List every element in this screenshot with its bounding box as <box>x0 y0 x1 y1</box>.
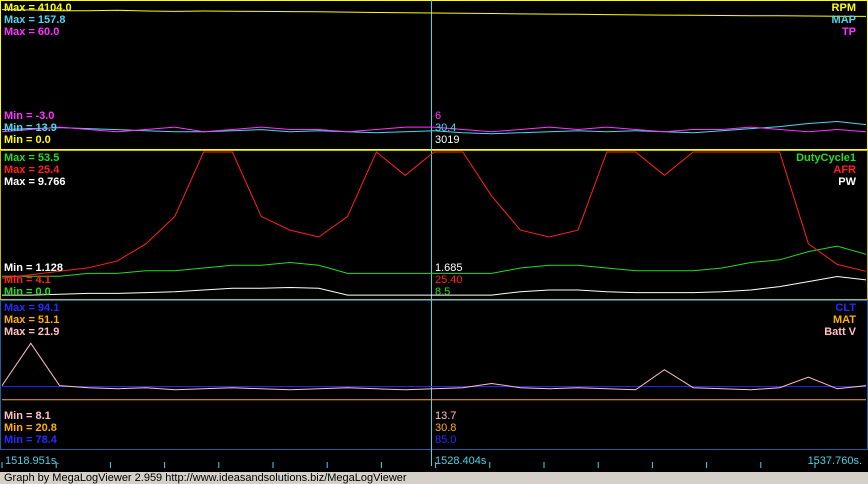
pw-cursor-value: 1.685 <box>435 262 463 274</box>
panel-middle <box>0 150 868 300</box>
map-legend: MAP <box>831 14 856 26</box>
rpm-max-label: Max = 4104.0 <box>4 2 72 14</box>
map-min-label: Min = 13.9 <box>4 122 57 134</box>
tp-legend: TP <box>841 26 856 38</box>
tp-max-label: Max = 60.0 <box>4 26 60 38</box>
time-end-label: 1537.760s. <box>807 455 862 467</box>
afr-max-label: Max = 25.4 <box>4 164 60 176</box>
chart-plot <box>0 0 868 468</box>
pw-legend: PW <box>838 176 856 188</box>
map-max-label: Max = 157.8 <box>4 14 66 26</box>
duty-min-label: Min = 0.0 <box>4 286 51 298</box>
tp-min-label: Min = -3.0 <box>4 110 55 122</box>
afr-min-label: Min = 4.1 <box>4 274 51 286</box>
tp-cursor-value: 6 <box>435 110 442 122</box>
battv-cursor-value: 13.7 <box>435 410 457 422</box>
rpm-min-label: Min = 0.0 <box>4 134 51 146</box>
battv-min-label: Min = 8.1 <box>4 410 51 422</box>
map-cursor-value: 30.4 <box>435 122 457 134</box>
time-cursor-label: 1528.404s <box>435 455 487 467</box>
clt-cursor-value: 85.0 <box>435 434 457 446</box>
duty-cursor-value: 8.5 <box>435 286 451 298</box>
duty-legend: DutyCycle1 <box>796 152 856 164</box>
battv-legend: Batt V <box>824 326 856 338</box>
pw-min-label: Min = 1.128 <box>4 262 64 274</box>
battv-max-label: Max = 21.9 <box>4 326 60 338</box>
clt-legend: CLT <box>835 302 856 314</box>
afr-cursor-value: 25.40 <box>435 274 463 286</box>
series-line-afr <box>1 151 867 279</box>
series-line-batt-v <box>1 342 867 391</box>
pw-max-label: Max = 9.766 <box>4 176 66 188</box>
series-line-rpm <box>1 9 867 17</box>
clt-max-label: Max = 94.1 <box>4 302 60 314</box>
mat-legend: MAT <box>832 314 856 326</box>
footer-credit: Graph by MegaLogViewer 2.959 http://www.… <box>0 472 868 484</box>
rpm-cursor-value: 3019 <box>435 134 460 146</box>
mat-max-label: Max = 51.1 <box>4 314 60 326</box>
series-line-pw <box>2 275 867 296</box>
mat-cursor-value: 30.8 <box>435 422 457 434</box>
rpm-legend: RPM <box>831 2 856 14</box>
panel-bottom <box>0 300 868 450</box>
duty-max-label: Max = 53.5 <box>4 152 60 164</box>
afr-legend: AFR <box>833 164 856 176</box>
time-start-label: 1518.951s. <box>5 455 60 467</box>
series-line-dutycycle1 <box>2 245 867 277</box>
mat-min-label: Min = 20.8 <box>4 422 57 434</box>
clt-min-label: Min = 78.4 <box>4 434 57 446</box>
